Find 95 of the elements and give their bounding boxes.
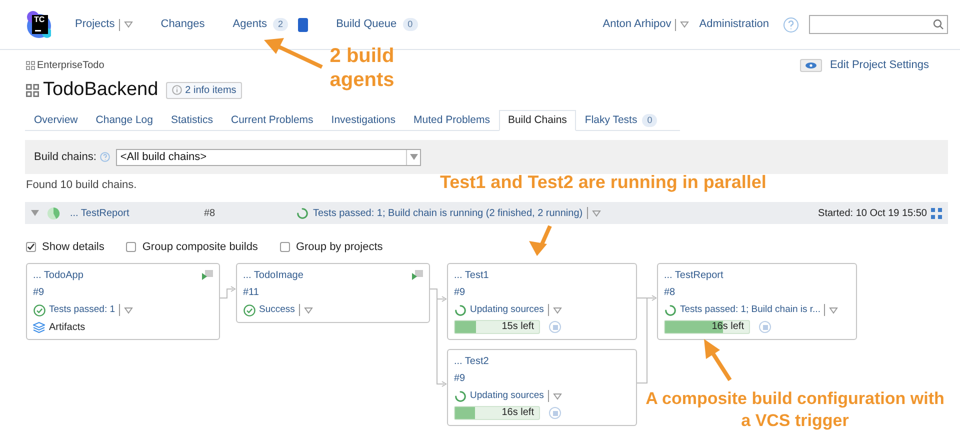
breadcrumb-link[interactable]: EnterpriseTodo bbox=[37, 58, 104, 72]
tab[interactable]: Statistics bbox=[162, 110, 222, 131]
count-badge: 0 bbox=[402, 18, 418, 31]
build-status[interactable]: Success bbox=[259, 302, 295, 318]
started-text: Started: 10 Oct 19 15:50 bbox=[818, 206, 927, 220]
build-number[interactable]: #9 bbox=[454, 285, 466, 300]
tab[interactable]: Investigations bbox=[322, 110, 404, 131]
help-icon bbox=[783, 16, 799, 32]
build-name[interactable]: ... Test1 bbox=[454, 268, 489, 282]
project-title: TodoBackend bbox=[43, 78, 158, 102]
chain-row[interactable]: ... TestReport #8 Tests passed: 1; Build chain is running (2 finished, 2 running) Started: 10 Oct 19 15:50 bbox=[25, 202, 948, 224]
nav-link[interactable]: Agents bbox=[232, 16, 268, 33]
count-badge: 0 bbox=[642, 114, 658, 127]
teamcity-logo bbox=[27, 8, 51, 40]
spinner-icon bbox=[454, 390, 467, 402]
artifacts-link[interactable]: Artifacts bbox=[49, 320, 86, 334]
tab[interactable]: Overview bbox=[25, 110, 87, 131]
pie-icon bbox=[47, 206, 60, 220]
checkbox-label: Show details bbox=[42, 240, 104, 255]
build-status[interactable]: Tests passed: 1 bbox=[49, 302, 116, 318]
chain-select[interactable]: <All build chains> bbox=[116, 148, 422, 166]
graph-icon bbox=[931, 208, 942, 218]
caret-icon bbox=[552, 392, 562, 400]
project-icon bbox=[26, 84, 39, 96]
stop-button[interactable] bbox=[549, 321, 561, 333]
chain-name[interactable]: ... TestReport bbox=[70, 206, 204, 220]
filter-label: Build chains: bbox=[34, 150, 96, 165]
run-icon[interactable] bbox=[412, 270, 423, 280]
time-left: 16s left bbox=[502, 407, 534, 419]
checkbox-label: Group by projects bbox=[296, 240, 383, 255]
edit-settings-link[interactable]: Edit Project Settings bbox=[830, 56, 929, 74]
search-icon bbox=[933, 19, 944, 30]
run-icon[interactable] bbox=[202, 270, 213, 280]
annotation-arrow bbox=[704, 339, 732, 382]
build-name[interactable]: ... Test2 bbox=[454, 354, 489, 368]
tab[interactable]: Current Problems bbox=[222, 110, 322, 131]
nav-link[interactable]: Changes bbox=[160, 16, 205, 33]
spinner-icon bbox=[454, 304, 467, 316]
tab[interactable]: Build Chains bbox=[498, 110, 576, 131]
info-button[interactable]: 2 info items bbox=[166, 82, 242, 98]
chain-status[interactable]: Tests passed: 1; Build chain is running (2 finished, 2 running) bbox=[313, 206, 583, 220]
dropdown-icon bbox=[410, 154, 418, 160]
build-status[interactable]: Updating sources bbox=[470, 388, 544, 404]
caret-icon bbox=[304, 306, 313, 314]
time-left: 15s left bbox=[502, 321, 534, 333]
watch-button[interactable] bbox=[800, 58, 822, 72]
annotation-text: 2 build agents bbox=[328, 44, 396, 92]
checkbox[interactable] bbox=[26, 242, 36, 252]
checkbox[interactable] bbox=[280, 242, 290, 252]
tab[interactable]: Muted Problems bbox=[404, 110, 499, 131]
build-name[interactable]: ... TodoImage bbox=[243, 268, 304, 282]
caret-icon bbox=[592, 210, 601, 216]
info-icon bbox=[172, 85, 182, 95]
build-number[interactable]: #9 bbox=[454, 371, 466, 386]
agent-icon[interactable] bbox=[298, 18, 308, 32]
search-field[interactable] bbox=[809, 15, 948, 34]
count-badge: 2 bbox=[273, 18, 288, 31]
logo-text: TC bbox=[34, 16, 45, 24]
stop-button[interactable] bbox=[759, 321, 771, 333]
annotation-text: Test1 and Test2 are running in parallel bbox=[440, 171, 768, 193]
build-number[interactable]: #11 bbox=[243, 285, 259, 300]
spinner-icon bbox=[296, 206, 309, 220]
tab[interactable]: Change Log bbox=[86, 110, 162, 131]
caret-icon bbox=[124, 306, 134, 314]
found-text: Found 10 build chains. bbox=[26, 179, 137, 191]
annotation-text: A composite build configuration with a VCS trigger bbox=[644, 388, 946, 430]
stop-button[interactable] bbox=[549, 407, 561, 419]
administration-link[interactable]: Administration bbox=[699, 16, 769, 33]
check-icon bbox=[243, 304, 256, 316]
build-number[interactable]: #9 bbox=[33, 285, 44, 300]
annotation-arrow bbox=[264, 38, 323, 69]
user-menu[interactable]: Anton Arhipov bbox=[602, 16, 672, 33]
tab[interactable]: Flaky Tests 0 bbox=[576, 110, 666, 131]
caret-icon bbox=[680, 21, 690, 28]
time-left: 16s left bbox=[712, 321, 744, 333]
check-icon bbox=[33, 304, 46, 316]
build-number: #8 bbox=[204, 206, 216, 220]
build-name[interactable]: ... TestReport bbox=[664, 268, 724, 282]
build-status[interactable]: Tests passed: 1; Build chain is r... bbox=[680, 302, 820, 318]
help-icon bbox=[100, 152, 110, 162]
spinner-icon bbox=[664, 304, 677, 316]
build-name[interactable]: ... TodoApp bbox=[33, 268, 84, 282]
build-number[interactable]: #8 bbox=[664, 285, 676, 300]
nav-link[interactable]: Build Queue bbox=[336, 16, 397, 33]
collapse-icon bbox=[31, 210, 39, 216]
checkbox-label: Group composite builds bbox=[142, 240, 258, 255]
checkbox[interactable] bbox=[126, 242, 136, 252]
caret-icon bbox=[829, 306, 838, 314]
build-status[interactable]: Updating sources bbox=[470, 302, 544, 318]
nav-link[interactable]: Projects bbox=[75, 16, 115, 33]
project-icon bbox=[26, 60, 35, 70]
layers-icon bbox=[33, 322, 45, 332]
annotation-arrow bbox=[529, 225, 552, 256]
caret-icon bbox=[552, 306, 562, 314]
eye-icon bbox=[804, 62, 817, 68]
